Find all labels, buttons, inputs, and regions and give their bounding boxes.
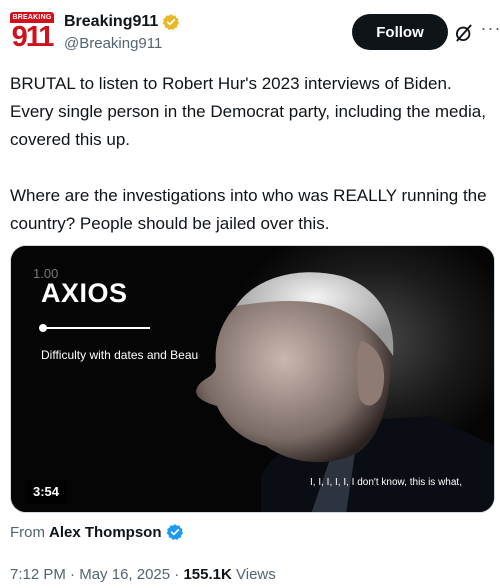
tweet-text: BRUTAL to listen to Robert Hur's 2023 in… xyxy=(10,74,487,233)
attribution-name[interactable]: Alex Thompson xyxy=(49,524,162,541)
video-caption: I, I, I, I, I, I don't know, this is wha… xyxy=(310,477,462,488)
verified-gold-badge-icon xyxy=(162,14,180,31)
verified-blue-badge-icon xyxy=(166,524,183,541)
more-icon[interactable]: ··· xyxy=(480,19,500,42)
tweet-meta: 7:12 PM · May 16, 2025 · 155.1K Views xyxy=(10,566,276,583)
axios-divider xyxy=(40,327,150,329)
views-label: Views xyxy=(236,566,276,583)
author-display-name-row[interactable]: Breaking911 xyxy=(64,12,180,32)
author-handle[interactable]: @Breaking911 xyxy=(64,34,180,54)
avatar-logo-number: 911 xyxy=(11,21,54,53)
meta-separator: · xyxy=(70,566,76,583)
video-segment-title: Difficulty with dates and Beau xyxy=(41,348,199,362)
tweet-time[interactable]: 7:12 PM xyxy=(10,566,66,583)
author-names: Breaking911 @Breaking911 xyxy=(64,12,180,54)
follow-button[interactable]: Follow xyxy=(352,14,448,50)
views-count: 155.1K xyxy=(183,566,232,583)
video-duration-badge: 3:54 xyxy=(25,480,68,504)
attribution-from-label: From xyxy=(10,523,45,541)
video-player[interactable]: 1.00 AXIOS Difficulty with dates and Bea… xyxy=(10,245,495,513)
avatar[interactable]: BREAKING 911 xyxy=(10,12,54,56)
author-display-name[interactable]: Breaking911 xyxy=(64,12,158,32)
tweet-header: BREAKING 911 Breaking911 @Breaking911 Fo… xyxy=(10,10,500,58)
grok-icon[interactable] xyxy=(454,23,474,43)
meta-separator: · xyxy=(174,566,180,583)
video-attribution: From Alex Thompson xyxy=(10,523,184,541)
tweet-date[interactable]: May 16, 2025 xyxy=(79,566,170,583)
axios-logo: AXIOS xyxy=(41,278,128,308)
